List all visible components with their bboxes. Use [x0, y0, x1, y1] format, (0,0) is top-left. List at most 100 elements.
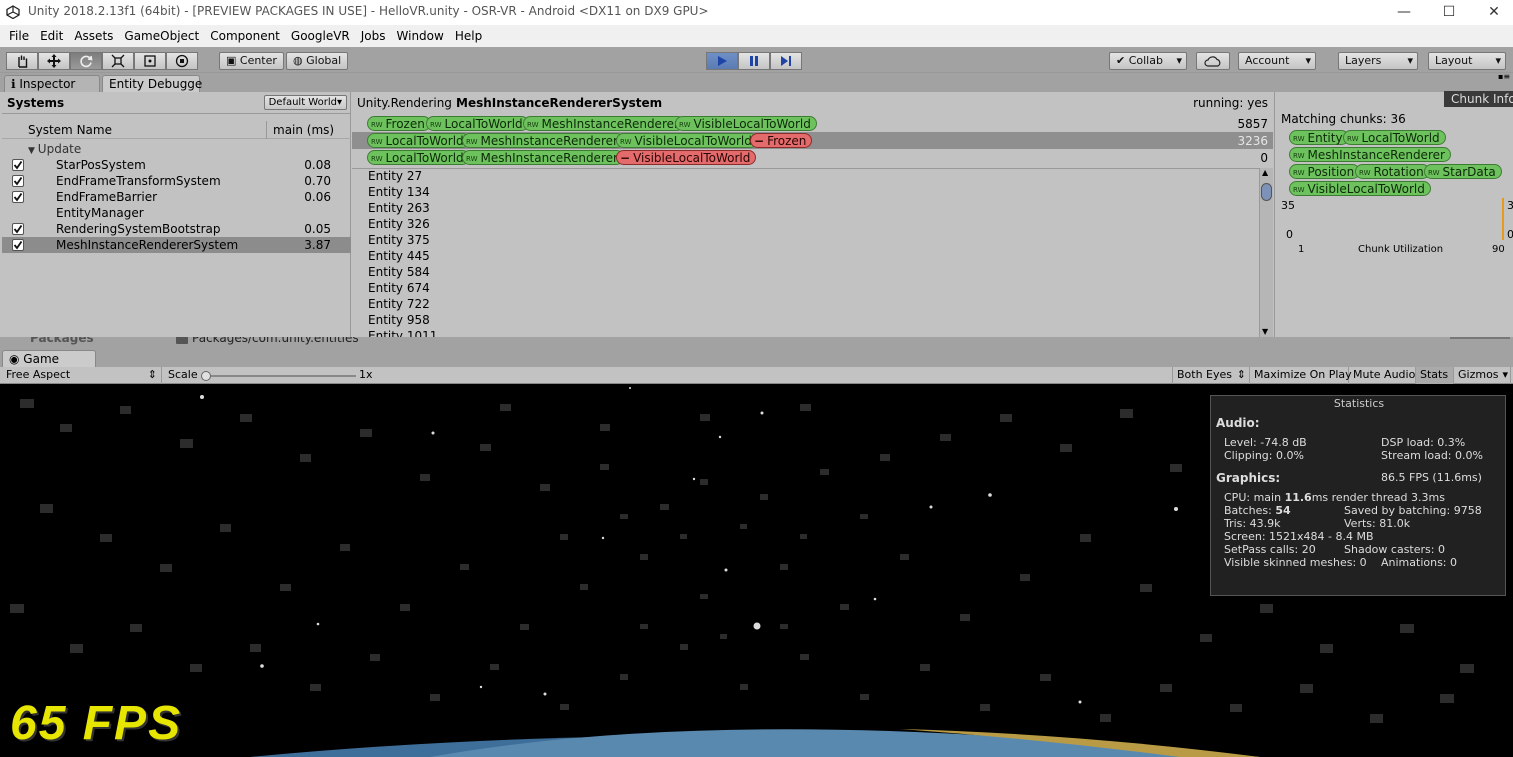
world-dropdown[interactable]: Default World▾: [263, 95, 347, 110]
account-dropdown[interactable]: Account ▾: [1238, 52, 1316, 70]
minus-icon: −: [754, 134, 765, 148]
system-row[interactable]: StarPosSystem 0.08: [2, 157, 351, 173]
mute-audio-toggle[interactable]: Mute Audio: [1349, 367, 1416, 384]
system-enabled-checkbox[interactable]: [12, 159, 24, 171]
layers-dropdown[interactable]: Layers ▾: [1338, 52, 1418, 70]
window-title-bar: Unity 2018.2.13f1 (64bit) - [PREVIEW PAC…: [0, 0, 1513, 25]
component-group-row-selected[interactable]: RW LocalToWorld RW MeshInstanceRenderer RW…: [352, 132, 1273, 149]
collab-dropdown[interactable]: ✔ Collab ▾: [1109, 52, 1187, 70]
entity-row[interactable]: Entity 722: [368, 297, 430, 313]
menu-edit[interactable]: Edit: [35, 29, 68, 43]
scale-slider-thumb[interactable]: [201, 371, 211, 381]
menu-component[interactable]: Component: [205, 29, 285, 43]
menu-gameobject[interactable]: GameObject: [119, 29, 204, 43]
packages-label[interactable]: Packages: [30, 337, 94, 345]
maximize-button[interactable]: ☐: [1427, 2, 1471, 22]
entity-list-scrollbar[interactable]: ▲ ▼: [1259, 168, 1273, 337]
systems-header: Systems Default World▾: [2, 92, 351, 114]
audio-header: Audio:: [1216, 416, 1260, 430]
system-row-selected[interactable]: MeshInstanceRendererSystem 3.87: [2, 237, 351, 253]
system-detail-panel: Unity.Rendering MeshInstanceRendererSyst…: [352, 92, 1273, 337]
entity-row[interactable]: Entity 445: [368, 249, 430, 265]
pivot-global-button[interactable]: ◍ Global: [286, 52, 349, 70]
menu-googlevr[interactable]: GoogleVR: [286, 29, 355, 43]
tab-entity-debugger[interactable]: Entity Debugge: [102, 75, 202, 92]
entity-count: 3236: [1237, 134, 1268, 148]
zoom-slider[interactable]: [1450, 337, 1510, 339]
hand-tool-icon[interactable]: [6, 52, 38, 70]
scale-slider-track[interactable]: [206, 375, 356, 377]
chunk-info-tab[interactable]: Chunk Info: [1444, 91, 1513, 107]
tab-inspector[interactable]: ℹ Inspector: [4, 75, 100, 92]
read-write-icon: RW: [1428, 169, 1440, 177]
system-enabled-checkbox[interactable]: [12, 175, 24, 187]
layout-dropdown[interactable]: Layout ▾: [1428, 52, 1506, 70]
scroll-thumb[interactable]: [1261, 183, 1272, 201]
systems-panel: Systems Default World▾ System Name main …: [2, 92, 351, 337]
entity-row[interactable]: Entity 263: [368, 201, 430, 217]
aspect-dropdown[interactable]: Free Aspect ⇕: [2, 367, 162, 384]
entity-row[interactable]: Entity 134: [368, 185, 430, 201]
component-group-row[interactable]: RW LocalToWorld RW MeshInstanceRenderer − V…: [352, 149, 1273, 166]
scale-tool-icon[interactable]: [102, 52, 134, 70]
component-chip: RW Position: [1289, 164, 1361, 179]
folder-icon: [176, 337, 188, 344]
minimize-button[interactable]: —: [1382, 2, 1426, 22]
visible-skinned-meshes: Visible skinned meshes: 0: [1224, 556, 1367, 569]
pivot-center-button[interactable]: ▣ Center: [219, 52, 284, 70]
menu-jobs[interactable]: Jobs: [356, 29, 391, 43]
menu-window[interactable]: Window: [392, 29, 449, 43]
rect-tool-icon[interactable]: [134, 52, 166, 70]
group-update[interactable]: ▼ Update: [28, 142, 81, 156]
entity-row[interactable]: Entity 375: [368, 233, 430, 249]
globe-icon: ◍: [293, 54, 307, 67]
system-enabled-checkbox[interactable]: [12, 239, 24, 251]
system-time: 0.70: [304, 174, 331, 188]
stream-load: Stream load: 0.0%: [1381, 449, 1483, 462]
panel-menu-icon[interactable]: ▪≡: [1498, 72, 1510, 81]
system-row[interactable]: RenderingSystemBootstrap 0.05: [2, 221, 351, 237]
matching-chunks-count: Matching chunks: 36: [1281, 112, 1406, 126]
both-eyes-dropdown[interactable]: Both Eyes ⇕: [1172, 367, 1250, 384]
system-row[interactable]: EndFrameTransformSystem 0.70: [2, 173, 351, 189]
transform-tool-icon[interactable]: [166, 52, 198, 70]
component-group-row[interactable]: RW Frozen RW LocalToWorld RW MeshInstanceRe…: [352, 115, 1273, 132]
system-row[interactable]: EntityManager: [2, 205, 351, 221]
system-row[interactable]: EndFrameBarrier 0.06: [2, 189, 351, 205]
tab-game[interactable]: ◉ Game: [2, 350, 96, 367]
menu-assets[interactable]: Assets: [69, 29, 118, 43]
entity-row[interactable]: Entity 958: [368, 313, 430, 329]
menu-file[interactable]: File: [4, 29, 34, 43]
packages-path[interactable]: Packages/com.unity.entities: [192, 337, 359, 345]
column-divider[interactable]: [266, 121, 267, 139]
system-enabled-checkbox[interactable]: [12, 191, 24, 203]
pause-button[interactable]: [738, 52, 770, 70]
audio-clipping: Clipping: 0.0%: [1224, 449, 1304, 462]
scale-label: Scale: [168, 368, 198, 381]
entity-row[interactable]: Entity 674: [368, 281, 430, 297]
cloud-button[interactable]: [1196, 52, 1230, 70]
entity-row[interactable]: Entity 27: [368, 169, 422, 185]
step-button[interactable]: [770, 52, 802, 70]
stats-toggle[interactable]: Stats: [1416, 367, 1454, 384]
read-write-icon: RW: [1347, 135, 1359, 143]
read-write-icon: RW: [371, 138, 383, 146]
column-main-ms[interactable]: main (ms): [273, 123, 334, 137]
gizmos-dropdown[interactable]: Gizmos ▾: [1454, 367, 1511, 384]
scroll-down-arrow-icon[interactable]: ▼: [1262, 327, 1268, 336]
entity-row[interactable]: Entity 584: [368, 265, 430, 281]
fps-readout: 86.5 FPS (11.6ms): [1381, 471, 1482, 484]
game-view[interactable]: 65 FPS Statistics Audio: Level: -74.8 dB…: [0, 384, 1513, 757]
move-tool-icon[interactable]: [38, 52, 70, 70]
play-button[interactable]: [706, 52, 738, 70]
maximize-on-play-toggle[interactable]: Maximize On Play: [1250, 367, 1352, 384]
entity-row[interactable]: Entity 1011: [368, 329, 437, 337]
column-system-name[interactable]: System Name: [28, 123, 112, 137]
window-title: Unity 2018.2.13f1 (64bit) - [PREVIEW PAC…: [28, 4, 709, 18]
system-enabled-checkbox[interactable]: [12, 223, 24, 235]
rotate-tool-icon[interactable]: [70, 52, 102, 70]
close-button[interactable]: ✕: [1472, 2, 1513, 22]
scroll-up-arrow-icon[interactable]: ▲: [1262, 168, 1268, 177]
menu-help[interactable]: Help: [450, 29, 487, 43]
entity-row[interactable]: Entity 326: [368, 217, 430, 233]
